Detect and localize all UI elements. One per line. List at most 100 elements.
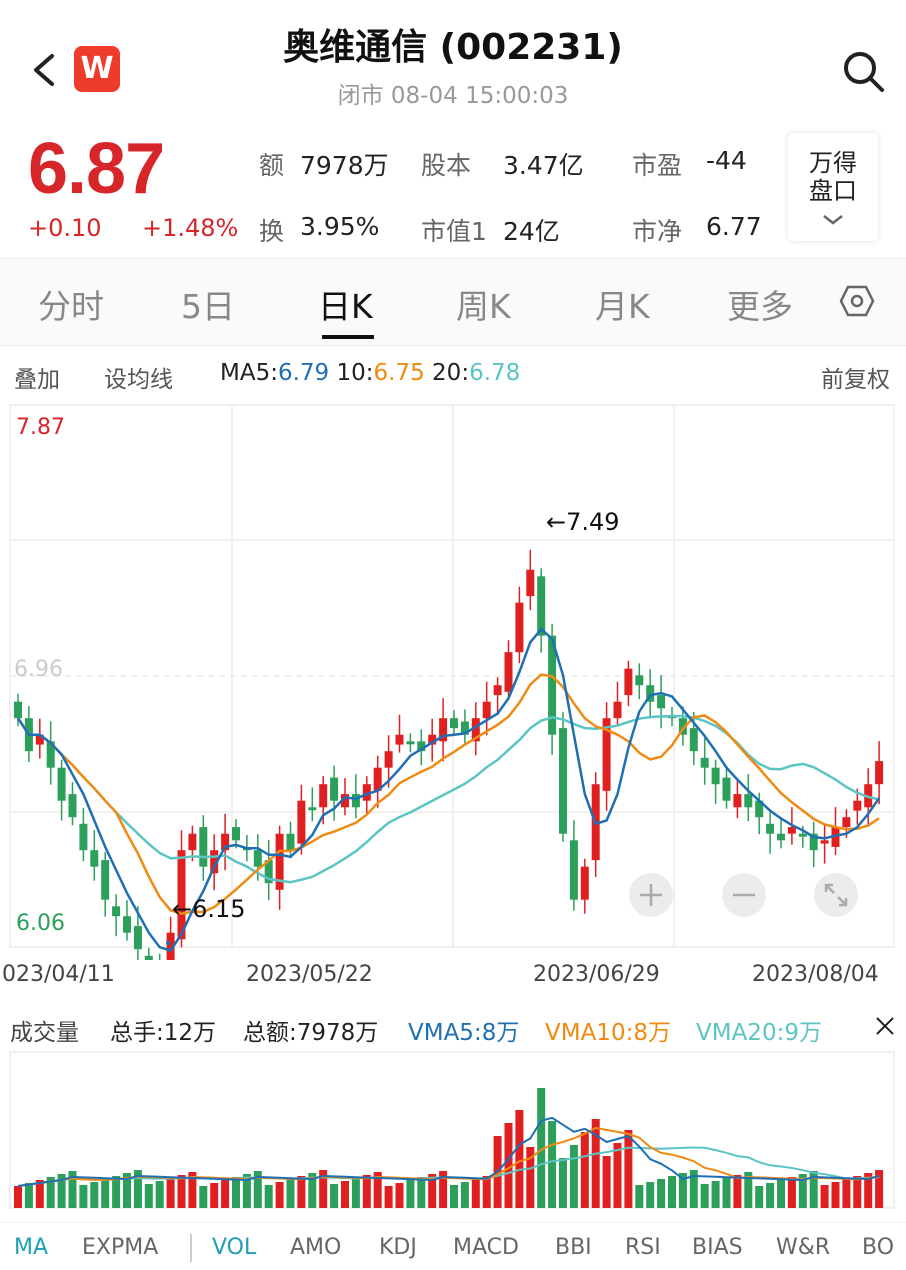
overlay-button[interactable]: 叠加: [14, 360, 60, 394]
volume-bar: [79, 1185, 88, 1208]
indicator-macd[interactable]: MACD: [453, 1235, 519, 1260]
candle-body: [319, 784, 328, 808]
pb-label: 市净: [632, 217, 683, 246]
volume-bar: [548, 1121, 557, 1208]
low-price-marker: ←6.15: [172, 895, 246, 923]
indicator-boll[interactable]: BO: [862, 1235, 906, 1260]
volume-bar: [199, 1186, 208, 1208]
volume-bar: [602, 1156, 611, 1208]
ma10-value: 6.75: [373, 360, 425, 386]
volume-bar: [668, 1176, 676, 1208]
volume-bar: [330, 1184, 339, 1208]
x-label-start: 2023/04/11: [0, 962, 115, 987]
x-label-3: 2023/06/29: [533, 962, 660, 987]
candle-body: [798, 833, 807, 837]
volume-bar: [341, 1181, 349, 1208]
candle-body: [657, 695, 666, 709]
kline-chart[interactable]: 7.87 6.96 6.06 ←7.49 ←6.15: [0, 400, 906, 960]
candle-body: [79, 823, 88, 851]
volume-bar: [613, 1143, 622, 1208]
shares-label: 股本: [421, 151, 472, 180]
candle-body: [580, 866, 589, 900]
indicator-expma[interactable]: EXPMA: [82, 1235, 158, 1260]
volume-bar: [624, 1130, 633, 1208]
candle-body: [57, 767, 66, 801]
volume-bar: [406, 1180, 415, 1208]
volume-bar: [450, 1185, 458, 1208]
volume-bar: [460, 1182, 469, 1208]
volume-bar: [275, 1182, 284, 1208]
volume-bar: [471, 1179, 480, 1208]
candle-body: [766, 823, 775, 834]
zoom-in-button[interactable]: [629, 873, 673, 917]
market-status: 闭市 08-04 15:00:03: [337, 83, 569, 109]
tab-weekly-k[interactable]: 周K: [456, 280, 511, 328]
current-price: 6.87: [28, 129, 165, 209]
tab-5day[interactable]: 5日: [181, 280, 235, 328]
indicator-vol[interactable]: VOL: [212, 1235, 256, 1260]
x-label-end: 2023/08/04: [752, 962, 879, 987]
ma-legend: MA5:6.79 10:6.75 20:6.78: [220, 360, 520, 386]
tab-monthly-k[interactable]: 月K: [595, 280, 650, 328]
wande-orderbook-button[interactable]: 万得 盘口: [788, 133, 878, 241]
vma5-value: VMA5:8万: [408, 1020, 520, 1046]
indicator-wr[interactable]: W&R: [776, 1235, 830, 1260]
candle-body: [875, 761, 884, 785]
zoom-out-button[interactable]: [722, 873, 766, 917]
search-icon: [844, 52, 884, 92]
volume-bar: [14, 1186, 22, 1208]
candle-body: [777, 833, 785, 841]
volume-bar: [755, 1186, 764, 1208]
volume-bar: [417, 1177, 426, 1208]
volume-bar: [787, 1177, 796, 1208]
x-label-2: 2023/05/22: [246, 962, 373, 987]
candle-body: [188, 833, 197, 851]
candle-body: [689, 728, 698, 752]
volume-bar: [733, 1175, 742, 1208]
volume-bar: [820, 1185, 829, 1208]
indicator-bbi[interactable]: BBI: [555, 1235, 592, 1260]
volume-bar: [853, 1176, 862, 1208]
candle-body: [253, 850, 262, 867]
fullscreen-button[interactable]: [814, 873, 858, 917]
volume-chart[interactable]: [0, 1050, 906, 1210]
candle-body: [330, 777, 339, 801]
high-price-marker: ←7.49: [546, 508, 620, 536]
ma20-value: 6.78: [469, 360, 521, 386]
candle-body: [635, 675, 644, 686]
indicator-rsi[interactable]: RSI: [625, 1235, 661, 1260]
candle-body: [853, 800, 862, 811]
candle-body: [101, 860, 110, 900]
candle-body: [559, 728, 567, 834]
volume-bar: [297, 1176, 306, 1208]
volume-bar: [264, 1185, 273, 1208]
search-button[interactable]: [838, 46, 888, 96]
tab-daily-k[interactable]: 日K: [318, 280, 373, 328]
volume-bar: [711, 1181, 720, 1208]
y-max-label: 7.87: [16, 415, 65, 440]
indicator-bias[interactable]: BIAS: [692, 1235, 743, 1260]
volume-bar: [569, 1145, 578, 1208]
volume-bar: [482, 1176, 491, 1208]
turnover-value: 3.95%: [300, 212, 380, 241]
volume-bar: [362, 1175, 371, 1208]
volume-bar: [221, 1180, 230, 1208]
volume-bar: [842, 1179, 851, 1208]
indicator-amo[interactable]: AMO: [290, 1235, 341, 1260]
tab-intraday[interactable]: 分时: [38, 280, 104, 328]
indicator-kdj[interactable]: KDJ: [379, 1235, 417, 1260]
y-mid-label: 6.96: [14, 657, 63, 682]
indicator-ma[interactable]: MA: [14, 1235, 48, 1260]
tab-more[interactable]: 更多: [727, 280, 793, 328]
set-ma-button[interactable]: 设均线: [104, 360, 173, 394]
candle-body: [406, 741, 415, 745]
close-volume-button[interactable]: [874, 1012, 896, 1042]
volume-bar: [657, 1179, 666, 1208]
gear-icon: [839, 285, 875, 317]
adjust-mode-button[interactable]: 前复权: [821, 360, 890, 394]
candle-body: [112, 906, 121, 917]
chart-settings-button[interactable]: [839, 283, 875, 323]
candle-body: [68, 794, 77, 818]
ma5-value: 6.79: [277, 360, 330, 386]
volume-bar: [232, 1177, 240, 1208]
